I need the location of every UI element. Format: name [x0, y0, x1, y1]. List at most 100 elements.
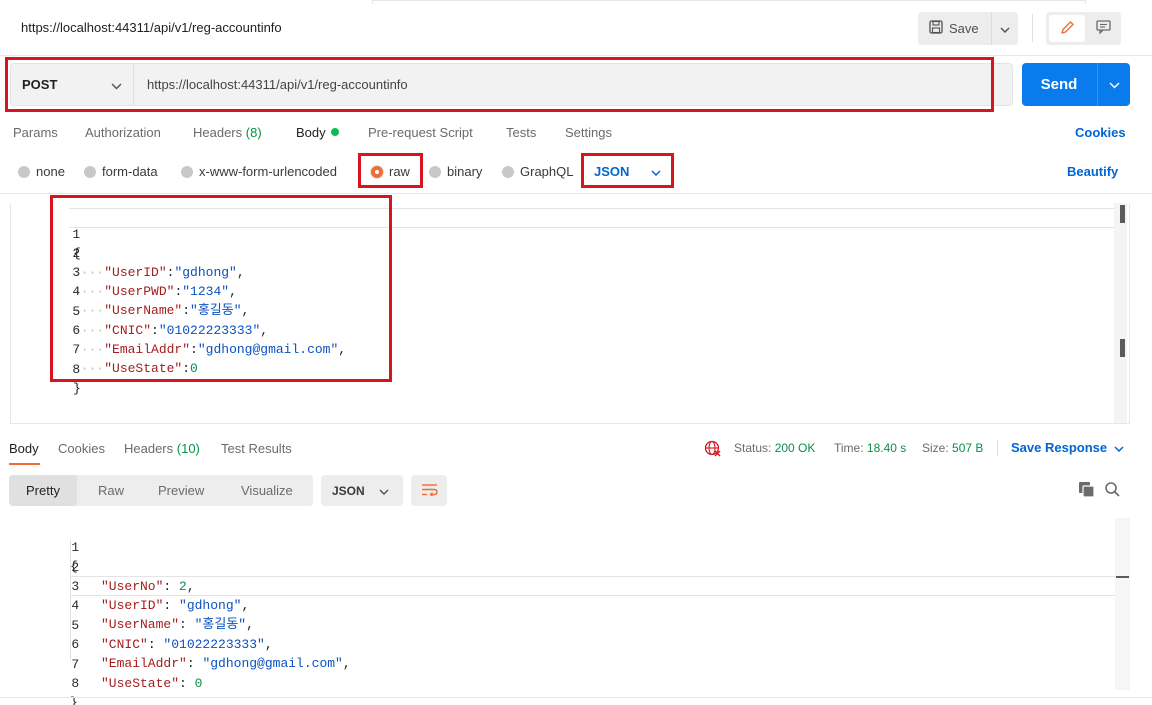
comment-icon	[1095, 20, 1111, 37]
code-line: 7 "UseState": 0	[0, 636, 1100, 691]
radio-icon	[429, 165, 441, 178]
tab-headers[interactable]: Headers (8)	[193, 125, 262, 140]
cookies-link[interactable]: Cookies	[1075, 125, 1126, 140]
response-size: Size: 507 B	[922, 441, 983, 455]
colon: :	[179, 676, 195, 691]
code-line: 5 "CNIC": "01022223333",	[0, 597, 1100, 652]
beautify-link[interactable]: Beautify	[1067, 164, 1118, 179]
send-button[interactable]: Send	[1022, 63, 1096, 106]
response-scroll-marker	[1116, 576, 1129, 578]
option-label: form-data	[102, 164, 158, 179]
wrap-lines-icon	[421, 483, 438, 499]
send-options-button[interactable]	[1097, 63, 1130, 106]
editor-scroll-thumb[interactable]	[1120, 205, 1125, 223]
size-value: 507 B	[952, 441, 984, 455]
response-tab-headers[interactable]: Headers (10)	[124, 441, 200, 456]
save-response-label: Save Response	[1011, 440, 1108, 455]
wrap-lines-button[interactable]	[411, 475, 447, 506]
edit-mode-button[interactable]	[1049, 15, 1085, 42]
request-header-bar: https://localhost:44311/api/v1/reg-accou…	[0, 0, 1152, 56]
response-status: Status: 200 OK	[734, 441, 815, 455]
pencil-icon	[1060, 20, 1075, 38]
tab-strip	[372, 0, 1086, 4]
status-label: Status:	[734, 441, 772, 455]
tab-params[interactable]: Params	[13, 125, 58, 140]
tab-settings[interactable]: Settings	[565, 125, 612, 140]
tab-body-label: Body	[296, 125, 326, 140]
body-option-urlencoded[interactable]: x-www-form-urlencoded	[181, 164, 337, 179]
response-body-viewer[interactable]: 1 { 2 "UserNo": 2, 3 "UserID": "gdhong",…	[0, 518, 1130, 705]
editor-scrollbar[interactable]	[1114, 203, 1127, 423]
response-format-select[interactable]: JSON	[321, 475, 403, 506]
body-indicator-dot	[330, 128, 339, 136]
response-headers-count: (10)	[176, 441, 200, 456]
body-type-options: none form-data x-www-form-urlencoded raw…	[0, 155, 1152, 187]
highlight-box-body	[50, 195, 392, 382]
mode-toggle-group	[1046, 12, 1121, 45]
response-tab-body[interactable]: Body	[9, 441, 39, 456]
request-tabs: Params Authorization Headers (8) Body Pr…	[0, 118, 1152, 146]
save-button-group: Save	[918, 12, 1018, 45]
code-line: 3 "UserID": "gdhong",	[0, 558, 1100, 613]
view-pretty[interactable]: Pretty	[9, 475, 77, 506]
code-line: 8 }	[0, 655, 1100, 705]
radio-icon	[502, 165, 514, 178]
save-button[interactable]: Save	[918, 12, 990, 45]
save-response-button[interactable]: Save Response	[1011, 440, 1124, 455]
view-preview[interactable]: Preview	[158, 475, 204, 506]
toolbar-divider	[1032, 14, 1033, 42]
json-value: 0	[194, 676, 203, 691]
comments-button[interactable]	[1087, 15, 1119, 42]
section-divider	[0, 193, 1152, 194]
chevron-down-icon	[1108, 77, 1120, 92]
code-line: 6 "EmailAddr": "gdhong@gmail.com",	[0, 616, 1100, 671]
response-scrollbar[interactable]	[1115, 518, 1130, 690]
time-value: 18.40 s	[866, 441, 907, 455]
code-line: 4 "UserName": "홍길동",	[0, 577, 1100, 632]
highlight-box-raw	[358, 153, 423, 188]
request-title[interactable]: https://localhost:44311/api/v1/reg-accou…	[21, 20, 282, 35]
body-option-none[interactable]: none	[18, 164, 65, 179]
copy-icon[interactable]	[1078, 481, 1095, 501]
status-divider	[997, 440, 998, 456]
highlight-box-url	[5, 57, 994, 112]
tab-tests[interactable]: Tests	[506, 125, 536, 140]
response-tab-cookies[interactable]: Cookies	[58, 441, 105, 456]
tab-prerequest-script[interactable]: Pre-request Script	[368, 125, 473, 140]
radio-icon	[18, 165, 30, 178]
globe-icon[interactable]	[704, 440, 721, 460]
search-icon[interactable]	[1104, 481, 1121, 501]
body-option-graphql[interactable]: GraphQL	[502, 164, 573, 179]
option-label: none	[36, 164, 65, 179]
response-format-label: JSON	[332, 483, 365, 498]
chevron-down-icon	[1000, 21, 1010, 36]
save-options-button[interactable]	[991, 12, 1018, 45]
line-number: 8	[71, 676, 80, 691]
response-time: Time: 18.40 s	[834, 441, 906, 455]
code-line: 2 "UserNo": 2,	[0, 539, 1100, 594]
send-button-group: Send	[1022, 63, 1130, 106]
option-label: x-www-form-urlencoded	[199, 164, 337, 179]
save-label: Save	[949, 21, 979, 36]
time-label: Time:	[834, 441, 864, 455]
active-tab-underline	[9, 463, 40, 465]
code-line: 1 {	[0, 519, 1100, 574]
editor-scroll-marker	[1120, 339, 1125, 357]
status-value: 200 OK	[774, 441, 816, 455]
floppy-disk-icon	[929, 20, 943, 37]
highlight-box-json	[581, 153, 674, 188]
size-label: Size:	[922, 441, 949, 455]
response-tab-test-results[interactable]: Test Results	[221, 441, 292, 456]
view-visualize[interactable]: Visualize	[241, 475, 293, 506]
tab-authorization[interactable]: Authorization	[85, 125, 161, 140]
tab-body[interactable]: Body	[296, 125, 339, 140]
bottom-divider	[0, 697, 1152, 698]
body-option-binary[interactable]: binary	[429, 164, 482, 179]
body-option-form-data[interactable]: form-data	[84, 164, 158, 179]
headers-count: (8)	[245, 125, 262, 140]
radio-icon	[84, 165, 96, 178]
code-text: }	[70, 695, 78, 705]
response-tab-headers-label: Headers	[124, 441, 174, 456]
chevron-down-icon	[379, 484, 389, 498]
view-raw[interactable]: Raw	[98, 475, 124, 506]
